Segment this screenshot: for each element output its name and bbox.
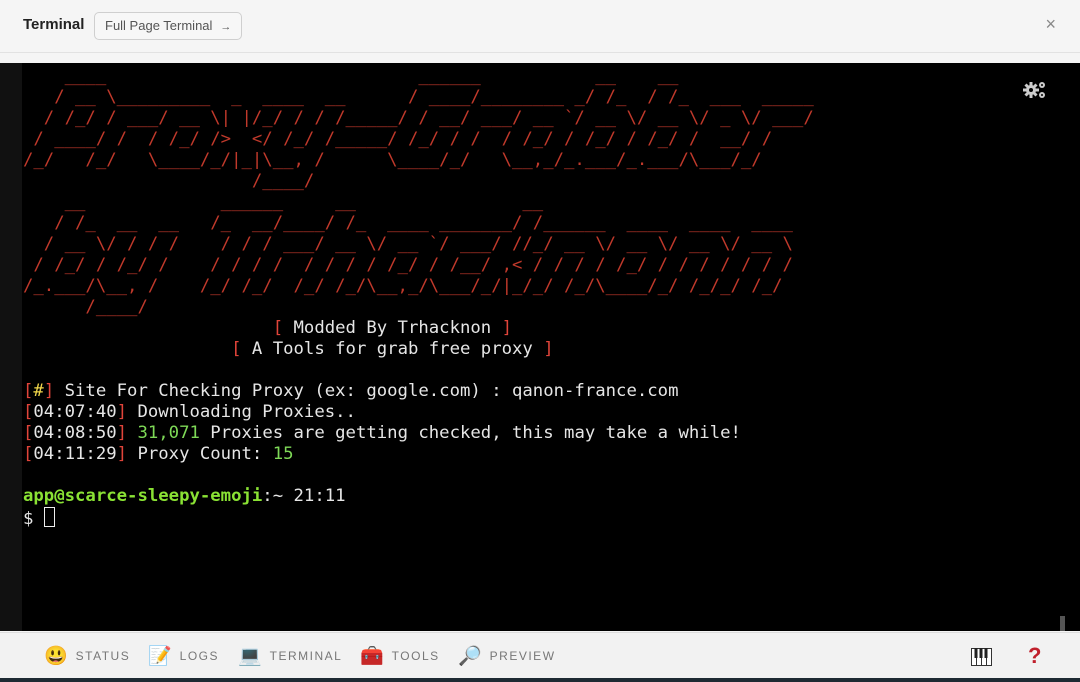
terminal-screen[interactable]: ____ ______ __ __ / __ \_________ _ ____… xyxy=(22,63,1065,631)
bottom-edge xyxy=(0,678,1080,682)
header-bar: Terminal Full Page Terminal → × xyxy=(0,0,1080,53)
gears-icon[interactable] xyxy=(1023,80,1047,105)
log-line: [04:08:50] 31,071 Proxies are getting ch… xyxy=(23,423,741,443)
input-line[interactable]: $ xyxy=(23,507,55,529)
tagline-line: [ A Tools for grab free proxy ] xyxy=(231,339,554,359)
terminal-output: ____ ______ __ __ / __ \_________ _ ____… xyxy=(23,66,814,530)
laptop-icon: 💻 xyxy=(238,646,262,667)
tab-label: LOGS xyxy=(179,649,220,663)
log-line: [04:07:40] Downloading Proxies.. xyxy=(23,402,356,422)
tab-tools[interactable]: 🧰 TOOLS xyxy=(360,633,440,679)
modded-by-line: [ Modded By Trhacknon ] xyxy=(272,318,513,338)
banner-art: ____ ______ __ __ / __ \_________ _ ____… xyxy=(23,66,814,317)
tab-label: TOOLS xyxy=(391,649,440,663)
scrollbar-track[interactable] xyxy=(1065,63,1080,631)
bottom-nav: 😃 STATUS 📝 LOGS 💻 TERMINAL 🧰 TOOLS 🔎 PREVIEW … xyxy=(0,632,1080,679)
full-page-terminal-button[interactable]: Full Page Terminal → xyxy=(94,12,243,40)
toolbox-icon: 🧰 xyxy=(360,646,384,667)
tab-label: TERMINAL xyxy=(269,649,343,663)
smiley-icon: 😃 xyxy=(44,646,68,667)
keyboard-icon[interactable] xyxy=(971,648,992,671)
tab-logs[interactable]: 📝 LOGS xyxy=(148,633,219,679)
shell-prompt: app@scarce-sleepy-emoji:~ 21:11 xyxy=(23,486,346,506)
tab-preview[interactable]: 🔎 PREVIEW xyxy=(458,633,556,679)
cursor xyxy=(43,507,55,527)
tab-label: STATUS xyxy=(75,649,131,663)
page-title: Terminal xyxy=(23,16,85,33)
site-prompt-line: [#] Site For Checking Proxy (ex: google.… xyxy=(23,381,679,401)
tab-label: PREVIEW xyxy=(489,649,556,663)
tab-terminal[interactable]: 💻 TERMINAL xyxy=(238,633,342,679)
magnifier-icon: 🔎 xyxy=(458,646,482,667)
scrollbar-thumb[interactable] xyxy=(1060,616,1065,631)
tab-status[interactable]: 😃 STATUS xyxy=(44,633,130,679)
log-line: [04:11:29] Proxy Count: 15 xyxy=(23,444,294,464)
help-icon[interactable]: ? xyxy=(1028,643,1041,669)
full-page-label: Full Page Terminal xyxy=(105,18,213,33)
memo-icon: 📝 xyxy=(148,646,172,667)
close-icon[interactable]: × xyxy=(1045,14,1056,35)
arrow-right-icon: → xyxy=(220,21,232,33)
left-gutter xyxy=(0,63,22,631)
